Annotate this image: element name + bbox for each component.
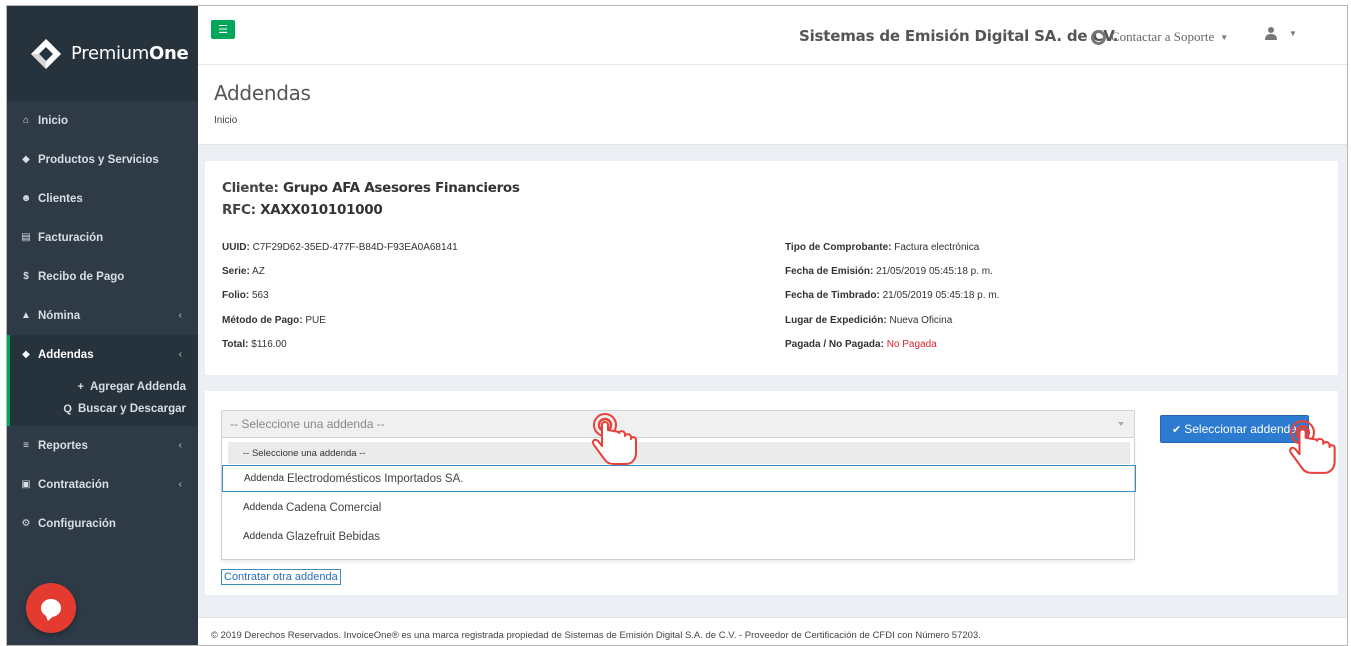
- select-addenda-button[interactable]: ✔ Seleccionar addenda: [1160, 415, 1309, 443]
- paid-status-field: Pagada / No Pagada: No Pagada: [785, 339, 937, 350]
- users-icon: ☻: [20, 193, 32, 204]
- submenu-item-label: Agregar Addenda: [89, 381, 186, 393]
- dollar-icon: $: [23, 271, 29, 282]
- sidebar-item-label: Productos y Servicios: [38, 153, 159, 166]
- dropdown-option[interactable]: Addenda Glazefruit Bebidas: [222, 523, 1134, 550]
- stamp-date-field: Fecha de Timbrado: 21/05/2019 05:45:18 p…: [785, 290, 1000, 301]
- addenda-dropdown-list: -- Seleccione una addenda -- Addenda Ele…: [221, 438, 1136, 560]
- sidebar-toggle-button[interactable]: ☰: [211, 20, 235, 39]
- tag-icon: ◆: [22, 349, 30, 360]
- support-label: Contactar a Soporte: [1111, 29, 1215, 44]
- issue-place-field: Lugar de Expedición: Nueva Oficina: [785, 315, 953, 326]
- content-header: Addendas Inicio: [198, 65, 1347, 145]
- addenda-select-value: -- Seleccione una addenda --: [230, 417, 385, 431]
- sidebar-item-recibo-de-pago[interactable]: $ Recibo de Pago: [7, 257, 198, 296]
- cart-icon: ▣: [21, 479, 31, 490]
- invoice-info-card: Cliente: Grupo AFA Asesores Financieros …: [205, 161, 1338, 375]
- footer-text: © 2019 Derechos Reservados. InvoiceOne® …: [211, 630, 981, 641]
- select-addenda-label: Seleccionar addenda: [1184, 422, 1297, 436]
- list-icon: ≡: [23, 440, 29, 451]
- sidebar-menu: ⌂ Inicio ◆ Productos y Servicios ☻ Clien…: [7, 101, 198, 543]
- logo-diamond-icon: [29, 37, 63, 71]
- uuid-field: UUID: C7F29D62-35ED-477F-B84D-F93EA0A681…: [222, 242, 458, 253]
- chevron-left-icon: ‹: [178, 310, 182, 321]
- addenda-select[interactable]: -- Seleccione una addenda --: [221, 410, 1135, 438]
- sidebar-item-nomina[interactable]: ▲ Nómina ‹: [7, 296, 198, 335]
- logo[interactable]: PremiumOne: [7, 6, 198, 101]
- home-icon: ⌂: [22, 115, 30, 126]
- sidebar: PremiumOne ⌂ Inicio ◆ Productos y Servic…: [7, 6, 198, 645]
- client-line: Cliente: Grupo AFA Asesores Financieros: [222, 180, 520, 196]
- rfc-line: RFC: XAXX010101000: [222, 202, 383, 218]
- dropdown-option[interactable]: Addenda Electrodomésticos Importados SA.: [222, 465, 1136, 492]
- hamburger-icon: ☰: [218, 24, 228, 36]
- sidebar-item-reportes[interactable]: ≡ Reportes ‹: [7, 426, 198, 465]
- sidebar-item-contratacion[interactable]: ▣ Contratación ‹: [7, 465, 198, 504]
- sidebar-item-addendas[interactable]: ◆ Addendas ‹: [7, 335, 198, 374]
- breadcrumb[interactable]: Inicio: [214, 115, 237, 126]
- serie-field: Serie: AZ: [222, 266, 265, 277]
- tag-icon: ◆: [22, 154, 30, 165]
- sidebar-item-label: Inicio: [38, 114, 69, 127]
- chevron-left-icon: ‹: [178, 349, 182, 360]
- sidebar-item-label: Recibo de Pago: [38, 270, 125, 283]
- cogs-icon: ⚙: [21, 518, 31, 529]
- submenu-item-agregar-addenda[interactable]: + Agregar Addenda: [10, 376, 198, 398]
- company-name: Sistemas de Emisión Digital SA. de CV.: [799, 27, 1119, 45]
- sidebar-item-inicio[interactable]: ⌂ Inicio: [7, 101, 198, 140]
- addenda-selection-card: -- Seleccione una addenda -- -- Seleccio…: [205, 391, 1338, 595]
- document-icon: ▤: [21, 232, 31, 243]
- app-window: PremiumOne ⌂ Inicio ◆ Productos y Servic…: [6, 5, 1348, 646]
- submenu-item-label: Buscar y Descargar: [77, 403, 186, 415]
- contract-addenda-link[interactable]: Contratar otra addenda: [221, 569, 341, 585]
- chevron-down-icon: [1118, 422, 1124, 426]
- chevron-left-icon: ‹: [178, 479, 182, 490]
- status-badge: No Pagada: [886, 339, 937, 350]
- footer: © 2019 Derechos Reservados. InvoiceOne® …: [198, 617, 1347, 645]
- life-ring-icon: [1091, 29, 1106, 45]
- dropdown-option[interactable]: Addenda Cadena Comercial: [222, 494, 1134, 521]
- top-header: ☰ Sistemas de Emisión Digital SA. de CV.…: [198, 6, 1347, 65]
- sidebar-item-label: Clientes: [38, 192, 83, 205]
- submenu-item-buscar-descargar[interactable]: Q Buscar y Descargar: [10, 398, 198, 420]
- client-name: Grupo AFA Asesores Financieros: [282, 180, 520, 196]
- dropdown-option-placeholder[interactable]: -- Seleccione una addenda --: [228, 442, 1130, 464]
- folio-field: Folio: 563: [222, 290, 269, 301]
- sitemap-icon: ▲: [21, 310, 31, 321]
- check-icon: ✔: [1172, 423, 1182, 436]
- plus-icon: +: [77, 381, 84, 393]
- rfc-value: XAXX010101000: [260, 202, 383, 218]
- sidebar-item-label: Addendas: [38, 348, 94, 361]
- sidebar-item-label: Contratación: [38, 478, 109, 491]
- page-title: Addendas: [214, 81, 311, 105]
- caret-down-icon: ▼: [1289, 29, 1297, 38]
- sidebar-item-label: Configuración: [38, 517, 116, 530]
- caret-down-icon: ▼: [1220, 32, 1229, 42]
- total-field: Total: $116.00: [222, 339, 287, 350]
- sidebar-item-configuracion[interactable]: ⚙ Configuración: [7, 504, 198, 543]
- issue-date-field: Fecha de Emisión: 21/05/2019 05:45:18 p.…: [785, 266, 993, 277]
- sidebar-item-facturacion[interactable]: ▤ Facturación: [7, 218, 198, 257]
- chat-bubble-icon: [41, 599, 61, 617]
- chevron-left-icon: ‹: [178, 440, 182, 451]
- support-dropdown[interactable]: Contactar a Soporte ▼: [1091, 29, 1228, 45]
- sidebar-item-clientes[interactable]: ☻ Clientes: [7, 179, 198, 218]
- voucher-type-field: Tipo de Comprobante: Factura electrónica: [785, 242, 980, 253]
- sidebar-item-label: Nómina: [38, 309, 81, 322]
- logo-text: PremiumOne: [71, 43, 189, 64]
- user-icon: [1265, 27, 1277, 40]
- addendas-submenu: + Agregar Addenda Q Buscar y Descargar: [7, 374, 198, 426]
- sidebar-item-label: Facturación: [38, 231, 104, 244]
- user-menu[interactable]: ▼: [1265, 27, 1297, 40]
- search-icon: Q: [63, 403, 72, 415]
- chat-button[interactable]: [26, 583, 76, 633]
- payment-method-field: Método de Pago: PUE: [222, 315, 326, 326]
- sidebar-item-productos[interactable]: ◆ Productos y Servicios: [7, 140, 198, 179]
- sidebar-item-label: Reportes: [38, 439, 88, 452]
